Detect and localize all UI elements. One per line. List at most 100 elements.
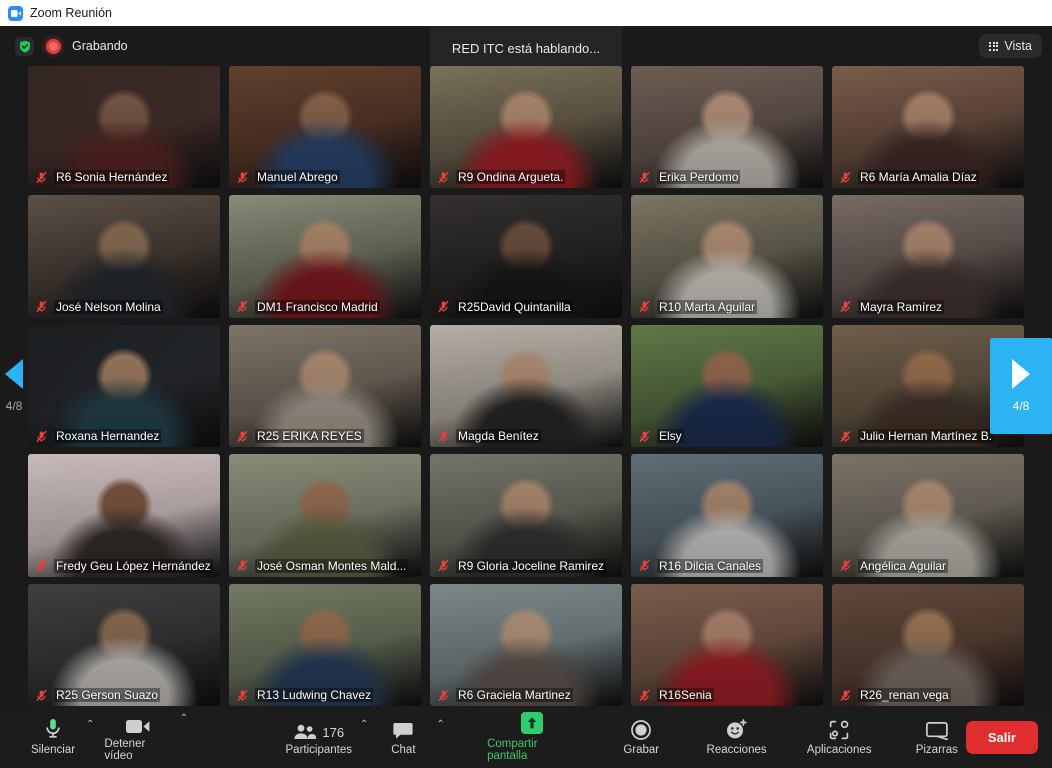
participant-tile[interactable]: R25 ERIKA REYES	[229, 324, 421, 448]
chevron-left-icon	[5, 359, 23, 389]
participant-tile[interactable]: R9 Gloria Joceline Ramirez	[430, 454, 622, 577]
participant-tile[interactable]: R6 Sonia Hernández	[28, 66, 220, 189]
record-dot-icon	[40, 33, 66, 59]
participant-video	[28, 66, 220, 189]
participant-tile[interactable]: R26_renan vega	[832, 583, 1024, 706]
participant-tile[interactable]: R25David Quintanilla	[430, 195, 622, 318]
control-reactions[interactable]: Reacciones	[703, 716, 771, 758]
participant-tile[interactable]: R10 Marta Aguilar	[631, 195, 823, 318]
control-label: Chat	[391, 744, 416, 756]
participant-video	[631, 324, 823, 448]
participant-tile[interactable]: Erika Perdomo	[631, 66, 823, 189]
video-camera-icon	[126, 712, 150, 734]
participant-video	[430, 195, 622, 318]
share-screen-icon	[520, 712, 543, 734]
participant-tile[interactable]: R25 Gerson Suazo	[28, 583, 220, 706]
video-gallery: R6 Sonia Hernández Manuel Abrego R9 Ondina…	[0, 66, 1052, 706]
chevron-up-icon[interactable]: ⌃	[432, 719, 450, 730]
prev-page-button[interactable]: 4/8	[0, 341, 28, 431]
control-participants[interactable]: 176 Participantes	[282, 716, 356, 758]
participant-video	[229, 454, 421, 577]
shield-check-icon[interactable]	[15, 36, 34, 56]
control-label: Compartir pantalla	[487, 738, 538, 762]
participants-icon: 176	[293, 718, 344, 740]
participant-video	[430, 583, 622, 706]
participant-tile[interactable]: R6 María Amalia Díaz	[832, 66, 1024, 189]
whiteboard-icon	[925, 718, 948, 740]
control-label: Aplicaciones	[806, 744, 872, 756]
meeting-control-bar: Silenciar ⌃ Detener vídeo ⌃ 176 Participantes…	[0, 706, 1052, 768]
record-circle-icon	[631, 718, 652, 740]
participant-tile[interactable]: R13 Ludwing Chavez	[229, 583, 421, 706]
participant-tile[interactable]: Roxana Hernandez	[28, 324, 220, 448]
participant-video	[832, 195, 1024, 318]
participant-video	[631, 583, 823, 706]
participant-tile[interactable]: DM1 Francisco Madrid	[229, 195, 421, 318]
control-chat-bubble[interactable]: Chat	[374, 716, 432, 758]
participant-tile[interactable]: R16 Dilcia Canales	[631, 454, 823, 577]
control-record-circle[interactable]: Grabar	[612, 716, 670, 758]
view-button[interactable]: Vista	[979, 34, 1042, 58]
chevron-up-icon[interactable]: ⌃	[176, 713, 194, 724]
control-microphone[interactable]: Silenciar	[24, 716, 82, 758]
participant-tile[interactable]: Angélica Aguilar	[832, 454, 1024, 577]
participant-video	[631, 195, 823, 318]
control-label: Detener vídeo	[104, 738, 146, 762]
view-button-label: Vista	[1004, 39, 1032, 53]
participant-video	[832, 583, 1024, 706]
zoom-meeting-window: Grabando RED ITC está hablando... Vista …	[0, 26, 1052, 768]
control-video-camera[interactable]: Detener vídeo	[100, 710, 175, 764]
chevron-right-icon	[1012, 359, 1030, 389]
participant-video	[229, 66, 421, 189]
participant-video	[430, 66, 622, 189]
participants-count: 176	[322, 725, 345, 740]
microphone-icon	[45, 718, 61, 740]
leave-button[interactable]: Salir	[965, 720, 1038, 754]
participant-video	[832, 454, 1024, 577]
meeting-topbar: Grabando RED ITC está hablando... Vista	[0, 26, 1052, 72]
reactions-icon	[726, 718, 747, 740]
next-page-button[interactable]: 4/8	[990, 338, 1052, 434]
participant-video	[631, 454, 823, 577]
participant-video	[28, 583, 220, 706]
control-apps[interactable]: Aplicaciones	[803, 716, 876, 758]
control-share-screen[interactable]: Compartir pantalla	[483, 710, 580, 764]
control-whiteboard[interactable]: Pizarras	[908, 716, 966, 758]
participant-tile[interactable]: Elsy	[631, 324, 823, 448]
participant-tile[interactable]: R9 Ondina Argueta.	[430, 66, 622, 189]
recording-label: Grabando	[72, 39, 128, 53]
participant-tile[interactable]: R6 Graciela Martinez	[430, 583, 622, 706]
participant-video	[28, 454, 220, 577]
window-title: Zoom Reunión	[30, 6, 112, 20]
control-label: Grabar	[623, 744, 660, 756]
participant-video	[631, 66, 823, 189]
window-titlebar: Zoom Reunión	[0, 0, 1052, 26]
participant-video	[28, 195, 220, 318]
participant-video	[430, 324, 622, 448]
participant-tile[interactable]: Manuel Abrego	[229, 66, 421, 189]
chevron-up-icon[interactable]: ⌃	[82, 719, 100, 730]
grid-view-icon	[989, 41, 999, 51]
apps-icon	[829, 718, 849, 740]
participant-tile[interactable]: Fredy Geu López Hernández	[28, 454, 220, 577]
participant-tile[interactable]: José Osman Montes Mald...	[229, 454, 421, 577]
participant-video	[832, 66, 1024, 189]
participant-video	[229, 324, 421, 448]
participant-tile[interactable]: Magda Benítez	[430, 324, 622, 448]
control-label: Reacciones	[706, 744, 767, 756]
chevron-up-icon[interactable]: ⌃	[356, 719, 374, 730]
zoom-video-icon	[8, 5, 23, 21]
page-indicator-right: 4/8	[1012, 399, 1030, 413]
control-label: Silenciar	[30, 744, 76, 756]
participant-tile[interactable]: Mayra Ramírez	[832, 195, 1024, 318]
control-label: Participantes	[285, 744, 352, 756]
participant-video	[28, 324, 220, 448]
control-label: Pizarras	[915, 744, 958, 756]
chat-bubble-icon	[393, 718, 413, 740]
recording-indicator[interactable]: Grabando	[10, 33, 128, 59]
participant-video	[430, 454, 622, 577]
participant-grid: R6 Sonia Hernández Manuel Abrego R9 Ondina…	[28, 66, 1024, 706]
page-indicator-left: 4/8	[5, 399, 23, 413]
participant-tile[interactable]: R16Senia	[631, 583, 823, 706]
participant-tile[interactable]: José Nelson Molina	[28, 195, 220, 318]
